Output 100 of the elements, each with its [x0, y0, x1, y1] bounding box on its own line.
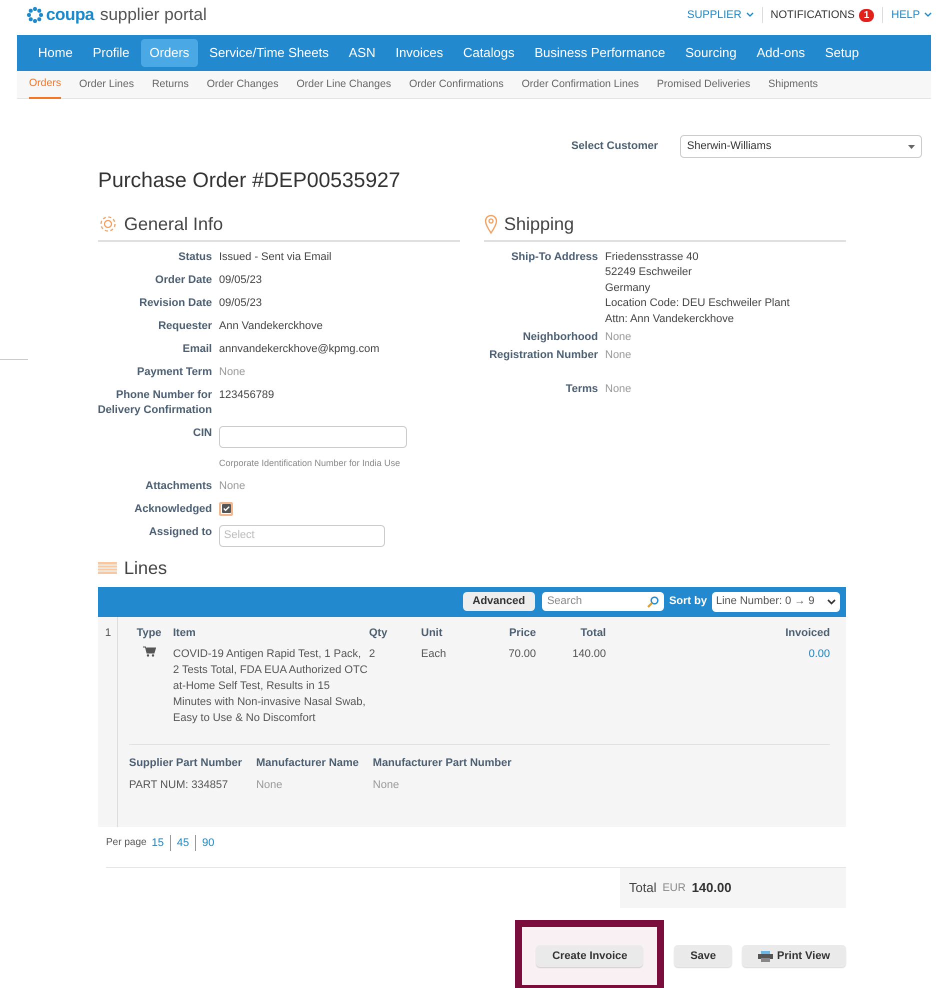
sort-by-label: Sort by — [669, 594, 707, 610]
sub-nav-tab[interactable]: Order Lines — [79, 70, 134, 98]
per-page-link[interactable]: 45 — [170, 834, 190, 851]
price-value: 70.00 — [508, 647, 536, 662]
column-header: Unit — [421, 626, 444, 640]
currency-label: EUR — [662, 880, 686, 896]
sub-nav-tab[interactable]: Order Confirmation Lines — [522, 70, 639, 98]
field-value: None — [219, 366, 246, 378]
address-line: 52249 Eschweiler — [605, 265, 693, 280]
sub-nav-tab[interactable]: Order Line Changes — [296, 70, 392, 98]
field-label: Payment Term — [136, 364, 212, 380]
nav-tab[interactable]: Invoices — [386, 39, 452, 67]
nav-tab[interactable]: ASN — [340, 39, 384, 67]
dropdown-caret-icon — [908, 144, 915, 148]
field-value: 09/05/23 — [219, 274, 262, 286]
field-label: CIN — [192, 426, 212, 440]
chevron-down-icon — [746, 12, 754, 18]
nav-tab[interactable]: Business Performance — [525, 39, 674, 67]
chevron-down-icon — [924, 12, 932, 18]
field-value: Issued - Sent via Email — [219, 250, 332, 262]
sub-nav-tab[interactable]: Order Changes — [206, 70, 279, 98]
advanced-button[interactable]: Advanced — [462, 592, 536, 611]
nav-tab[interactable]: Service/Time Sheets — [200, 39, 338, 67]
field-value: 123456789 — [219, 388, 274, 400]
detail-value: None — [372, 778, 400, 792]
total-amount: 140.00 — [692, 879, 732, 898]
field-label: Requester — [157, 318, 212, 334]
action-button[interactable]: Save — [674, 945, 732, 967]
column-header: Qty — [369, 626, 388, 640]
per-page-link[interactable]: 90 — [195, 834, 214, 851]
nav-tab[interactable]: Setup — [816, 39, 868, 67]
logo-icon — [26, 6, 44, 24]
cin-input-field[interactable] — [219, 426, 407, 448]
invoiced-link[interactable]: 0.00 — [808, 646, 830, 662]
field-label: Phone Number for Delivery Confirmation — [96, 388, 212, 418]
field-label: Status — [177, 250, 212, 264]
detail-value: None — [256, 778, 284, 792]
action-button[interactable]: Create Invoice — [536, 945, 644, 967]
field-label: Terms — [564, 382, 598, 397]
field-value: None — [605, 382, 632, 397]
column-header: Item — [173, 626, 197, 640]
nav-tab[interactable]: Profile — [84, 39, 139, 67]
field-value: 09/05/23 — [219, 296, 262, 308]
menu-link[interactable]: HELP — [891, 6, 932, 24]
sub-nav-tab[interactable]: Order Confirmations — [409, 70, 504, 98]
address-line: Location Code: DEU Eschweiler Plant — [605, 296, 790, 311]
line-number: 1 — [105, 626, 112, 638]
nav-tab[interactable]: Orders — [140, 39, 198, 67]
field-value: Ann Vandekerckhove — [219, 320, 323, 332]
item-description: COVID-19 Antigen Rapid Test, 1 Pack, 2 Tests Total, FDA EUA Authorized OTC at-Home Self Test, Results in 15 Minutes with Non-invasive Nasal Swab, Easy to Use & No Discomfort — [173, 647, 369, 726]
field-label: Registration Number — [488, 348, 598, 363]
sub-nav-tab[interactable]: Orders — [29, 70, 62, 100]
address-line: Friedensstrasse 40 — [605, 250, 700, 264]
field-value: annvandekerckhove@kpmg.com — [219, 342, 380, 354]
shopping-cart-icon — [142, 646, 156, 657]
nav-tab[interactable]: Catalogs — [454, 39, 524, 67]
address-line: Attn: Ann Vandekerckhove — [605, 312, 735, 326]
sub-nav-tab[interactable]: Promised Deliveries — [656, 70, 750, 98]
field-label: Email — [182, 342, 212, 356]
gear-icon — [98, 214, 118, 234]
field-label: Attachments — [144, 478, 212, 494]
field-hint: Corporate Identification Number for India Use — [219, 456, 402, 470]
section-title: Shipping — [504, 212, 574, 236]
nav-tab[interactable]: Add-ons — [748, 39, 814, 67]
field-label: Revision Date — [138, 296, 212, 310]
print-view-button[interactable]: Print View — [742, 945, 846, 967]
column-header: Price — [509, 626, 536, 640]
field-value: None — [219, 480, 246, 492]
field-label: Acknowledged — [133, 502, 212, 516]
notifications-link[interactable]: NOTIFICATIONS 1 — [770, 6, 874, 24]
qty-value: 2 — [369, 647, 376, 662]
nav-tab[interactable]: Home — [29, 39, 82, 67]
lines-icon — [98, 562, 117, 574]
page-title: Purchase Order #DEP00535927 — [98, 168, 402, 194]
detail-value: PART NUM: 334857 — [129, 778, 230, 792]
sub-nav-tab[interactable]: Returns — [152, 70, 189, 98]
search-field[interactable]: Search — [542, 592, 664, 611]
acknowledged-checkbox[interactable] — [219, 502, 233, 516]
per-page-link[interactable]: 15 — [152, 834, 164, 851]
total-value: 140.00 — [572, 647, 606, 662]
nav-tab[interactable]: Sourcing — [676, 39, 746, 67]
field-label: Assigned to — [148, 524, 212, 540]
detail-label: Supplier Part Number — [129, 756, 242, 771]
field-label: Ship-To Address — [510, 250, 598, 264]
sort-select[interactable]: Line Number: 0 → 9 — [712, 592, 840, 612]
coupa-logo[interactable]: coupa supplier portal — [26, 2, 207, 28]
sub-nav-tab[interactable]: Shipments — [768, 70, 818, 98]
total-label: Total — [629, 879, 656, 898]
chevron-down-icon — [827, 598, 836, 604]
printer-icon — [758, 950, 774, 962]
column-header: Total — [580, 626, 606, 640]
field-label: Neighborhood — [522, 330, 598, 345]
menu-link[interactable]: SUPPLIER — [687, 6, 754, 24]
per-page-label: Per page — [106, 836, 147, 850]
unit-value: Each — [421, 647, 448, 662]
field-value: None — [605, 348, 632, 363]
section-title: General Info — [124, 212, 224, 236]
select-customer-label: Select Customer — [571, 139, 658, 154]
detail-label: Manufacturer Name — [256, 756, 359, 771]
customer-select[interactable]: Sherwin-Williams — [680, 135, 922, 158]
